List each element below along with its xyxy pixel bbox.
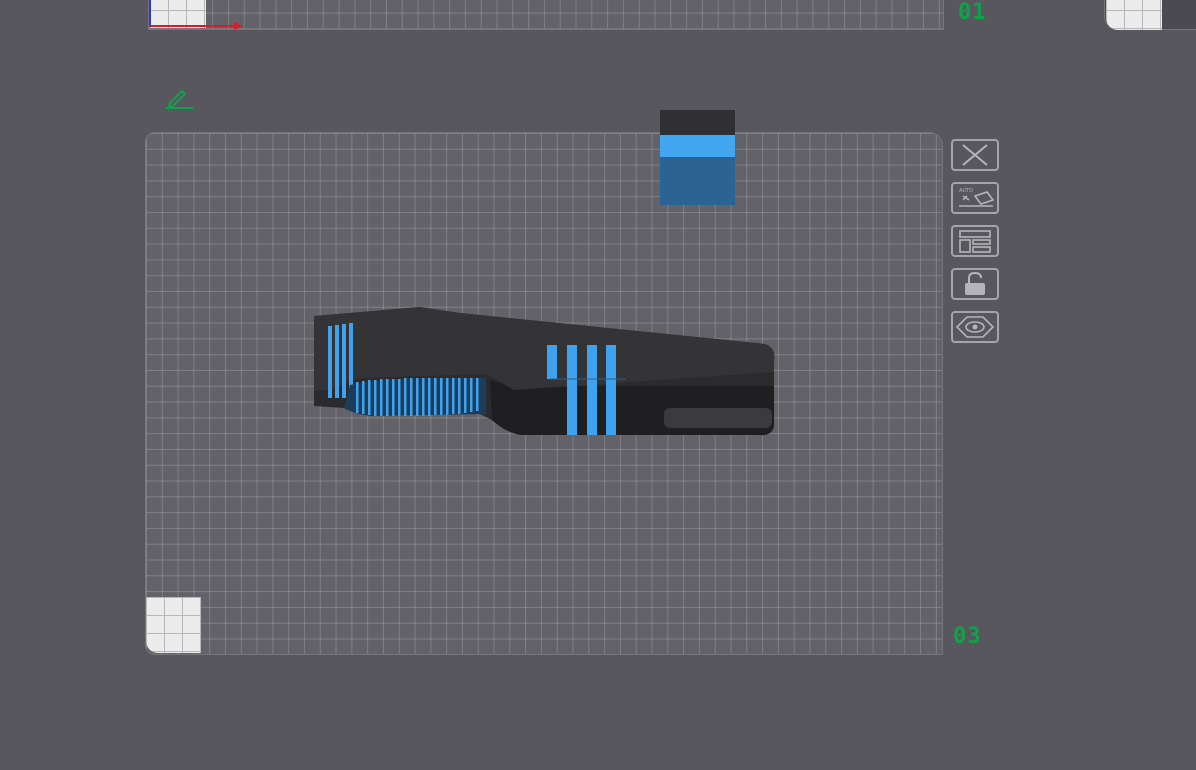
x-axis-arrowhead (234, 22, 243, 30)
close-icon[interactable] (951, 139, 999, 171)
eye-icon[interactable] (951, 311, 999, 343)
build-plate-01[interactable] (148, 0, 944, 30)
layout-icon[interactable] (951, 225, 999, 257)
y-axis-indicator (149, 0, 151, 27)
plate-origin-marker-main (146, 597, 201, 653)
object-toolbar: AUTO (951, 139, 1003, 349)
plate-origin-marker-right (1106, 0, 1162, 30)
plate-number-01: 01 (958, 0, 987, 25)
build-plate-viewport[interactable]: 01 03 AUTO (0, 0, 1196, 770)
filament-color-swatch[interactable] (660, 110, 735, 205)
lock-icon[interactable] (951, 268, 999, 300)
plate-origin-marker (150, 0, 206, 28)
auto-orient-icon[interactable]: AUTO (951, 182, 999, 214)
3d-model-object[interactable] (300, 290, 790, 450)
plate-number-03: 03 (953, 624, 982, 649)
x-axis-indicator (150, 25, 238, 27)
pencil-icon[interactable] (164, 86, 196, 110)
auto-label: AUTO (959, 188, 973, 194)
